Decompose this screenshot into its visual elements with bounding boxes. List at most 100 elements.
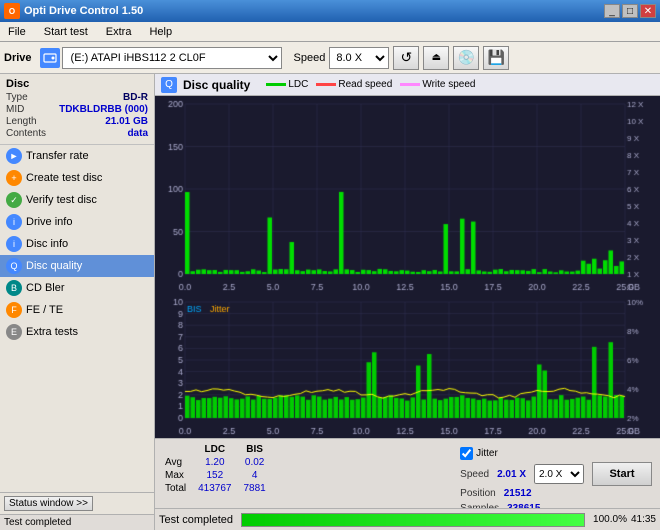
stats-table-container: LDC BIS Avg 1.20 0.02 Max 152 4 Total [159,443,456,504]
drive-info-icon: i [6,214,22,230]
test-completed-text: Test completed [4,517,71,528]
titlebar-left: O Opti Drive Control 1.50 [4,3,143,19]
sidebar-item-cd-bler[interactable]: B CD Bler [0,277,154,299]
drive-select[interactable]: (E:) ATAPI iHBS112 2 CL0F [62,47,282,69]
legend-ldc-label: LDC [288,79,308,90]
sidebar-bottom: Status window >> Test completed [0,492,154,530]
chart-legend: LDC Read speed Write speed [266,79,475,90]
speed-info-select[interactable]: 2.0 X [534,464,584,484]
legend-read-label: Read speed [338,79,392,90]
stats-avg-label: Avg [159,456,192,469]
disc-mid-value: TDKBLDRBB (000) [59,104,148,115]
disc-button[interactable]: 💿 [453,46,479,70]
drive-toolbar: Drive (E:) ATAPI iHBS112 2 CL0F Speed 8.… [0,42,660,74]
disc-contents-label: Contents [6,128,46,139]
stats-table: LDC BIS Avg 1.20 0.02 Max 152 4 Total [159,443,272,495]
position-value: 21512 [504,488,532,499]
menu-help[interactable]: Help [145,25,176,39]
sidebar-item-extra-tests[interactable]: E Extra tests [0,321,154,343]
ldc-chart [155,96,660,294]
bis-chart [155,294,660,438]
start-button-container: Start [588,443,656,504]
stats-max-ldc: 152 [192,469,237,482]
content-area: Q Disc quality LDC Read speed Write spee… [155,74,660,530]
main-layout: Disc Type BD-R MID TDKBLDRBB (000) Lengt… [0,74,660,530]
titlebar-controls[interactable]: _ □ ✕ [604,4,656,18]
disc-type-row: Type BD-R [6,92,148,103]
verify-test-icon: ✓ [6,192,22,208]
menu-starttest[interactable]: Start test [40,25,92,39]
disc-quality-header: Q Disc quality LDC Read speed Write spee… [155,74,660,96]
minimize-button[interactable]: _ [604,4,620,18]
disc-contents-value: data [127,128,148,139]
eject-button[interactable]: ⏏ [423,46,449,70]
stats-bis-header: BIS [238,443,272,456]
disc-section: Disc Type BD-R MID TDKBLDRBB (000) Lengt… [0,74,154,145]
stats-speed-row: Speed 2.01 X 2.0 X [460,464,584,484]
disc-quality-header-icon: Q [161,77,177,93]
disc-info-icon: i [6,236,22,252]
menu-file[interactable]: File [4,25,30,39]
disc-quality-title: Disc quality [183,78,250,92]
bottom-status-text: Test completed [159,514,233,526]
sidebar-item-disc-quality[interactable]: Q Disc quality [0,255,154,277]
disc-contents-row: Contents data [6,128,148,139]
disc-length-row: Length 21.01 GB [6,116,148,127]
sidebar-item-fe-te-label: FE / TE [26,304,63,316]
disc-mid-label: MID [6,104,24,115]
sidebar-item-disc-quality-label: Disc quality [26,260,82,272]
sidebar-item-verify-label: Verify test disc [26,194,97,206]
disc-length-label: Length [6,116,37,127]
sidebar-item-verify-test-disc[interactable]: ✓ Verify test disc [0,189,154,211]
jitter-label: Jitter [476,448,498,459]
legend-ldc: LDC [266,79,308,90]
menu-extra[interactable]: Extra [102,25,136,39]
legend-read: Read speed [316,79,392,90]
close-button[interactable]: ✕ [640,4,656,18]
disc-type-label: Type [6,92,28,103]
disc-section-title: Disc [6,78,148,90]
transfer-rate-icon: ► [6,148,22,164]
disc-length-value: 21.01 GB [105,116,148,127]
start-button[interactable]: Start [592,462,652,486]
jitter-checkbox-row: Jitter [460,447,584,460]
sidebar-item-fe-te[interactable]: F FE / TE [0,299,154,321]
speed-select[interactable]: 8.0 X [329,47,389,69]
bottom-status-bar: Test completed 100.0% 41:35 [155,508,660,530]
status-window-button[interactable]: Status window >> [4,496,93,511]
sidebar: Disc Type BD-R MID TDKBLDRBB (000) Lengt… [0,74,155,530]
legend-write-label: Write speed [422,79,475,90]
sidebar-item-drive-info-label: Drive info [26,216,72,228]
test-completed-bar: Test completed [0,514,154,530]
app-title: Opti Drive Control 1.50 [24,5,143,17]
status-window-label: Status window >> [9,498,88,509]
maximize-button[interactable]: □ [622,4,638,18]
stats-avg-bis: 0.02 [238,456,272,469]
stats-position-row: Position 21512 [460,488,584,499]
progress-percent: 100.0% [593,514,627,525]
legend-write: Write speed [400,79,475,90]
sidebar-item-drive-info[interactable]: i Drive info [0,211,154,233]
stats-area: LDC BIS Avg 1.20 0.02 Max 152 4 Total [155,438,660,508]
refresh-button[interactable]: ↺ [393,46,419,70]
sidebar-item-transfer-rate[interactable]: ► Transfer rate [0,145,154,167]
fe-te-icon: F [6,302,22,318]
progress-bar-container [241,513,585,527]
jitter-checkbox[interactable] [460,447,473,460]
sidebar-item-disc-info[interactable]: i Disc info [0,233,154,255]
chart-container [155,96,660,438]
disc-mid-row: MID TDKBLDRBB (000) [6,104,148,115]
cd-bler-icon: B [6,280,22,296]
save-button[interactable]: 💾 [483,46,509,70]
speed-info-label: Speed [460,469,489,480]
sidebar-item-create-test-disc[interactable]: + Create test disc [0,167,154,189]
stats-total-ldc: 413767 [192,482,237,495]
stats-max-bis: 4 [238,469,272,482]
disc-type-value: BD-R [123,92,148,103]
sidebar-item-cd-bler-label: CD Bler [26,282,65,294]
disc-quality-icon: Q [6,258,22,274]
read-color-swatch [316,83,336,86]
stats-ldc-header: LDC [192,443,237,456]
write-color-swatch [400,83,420,86]
titlebar: O Opti Drive Control 1.50 _ □ ✕ [0,0,660,22]
